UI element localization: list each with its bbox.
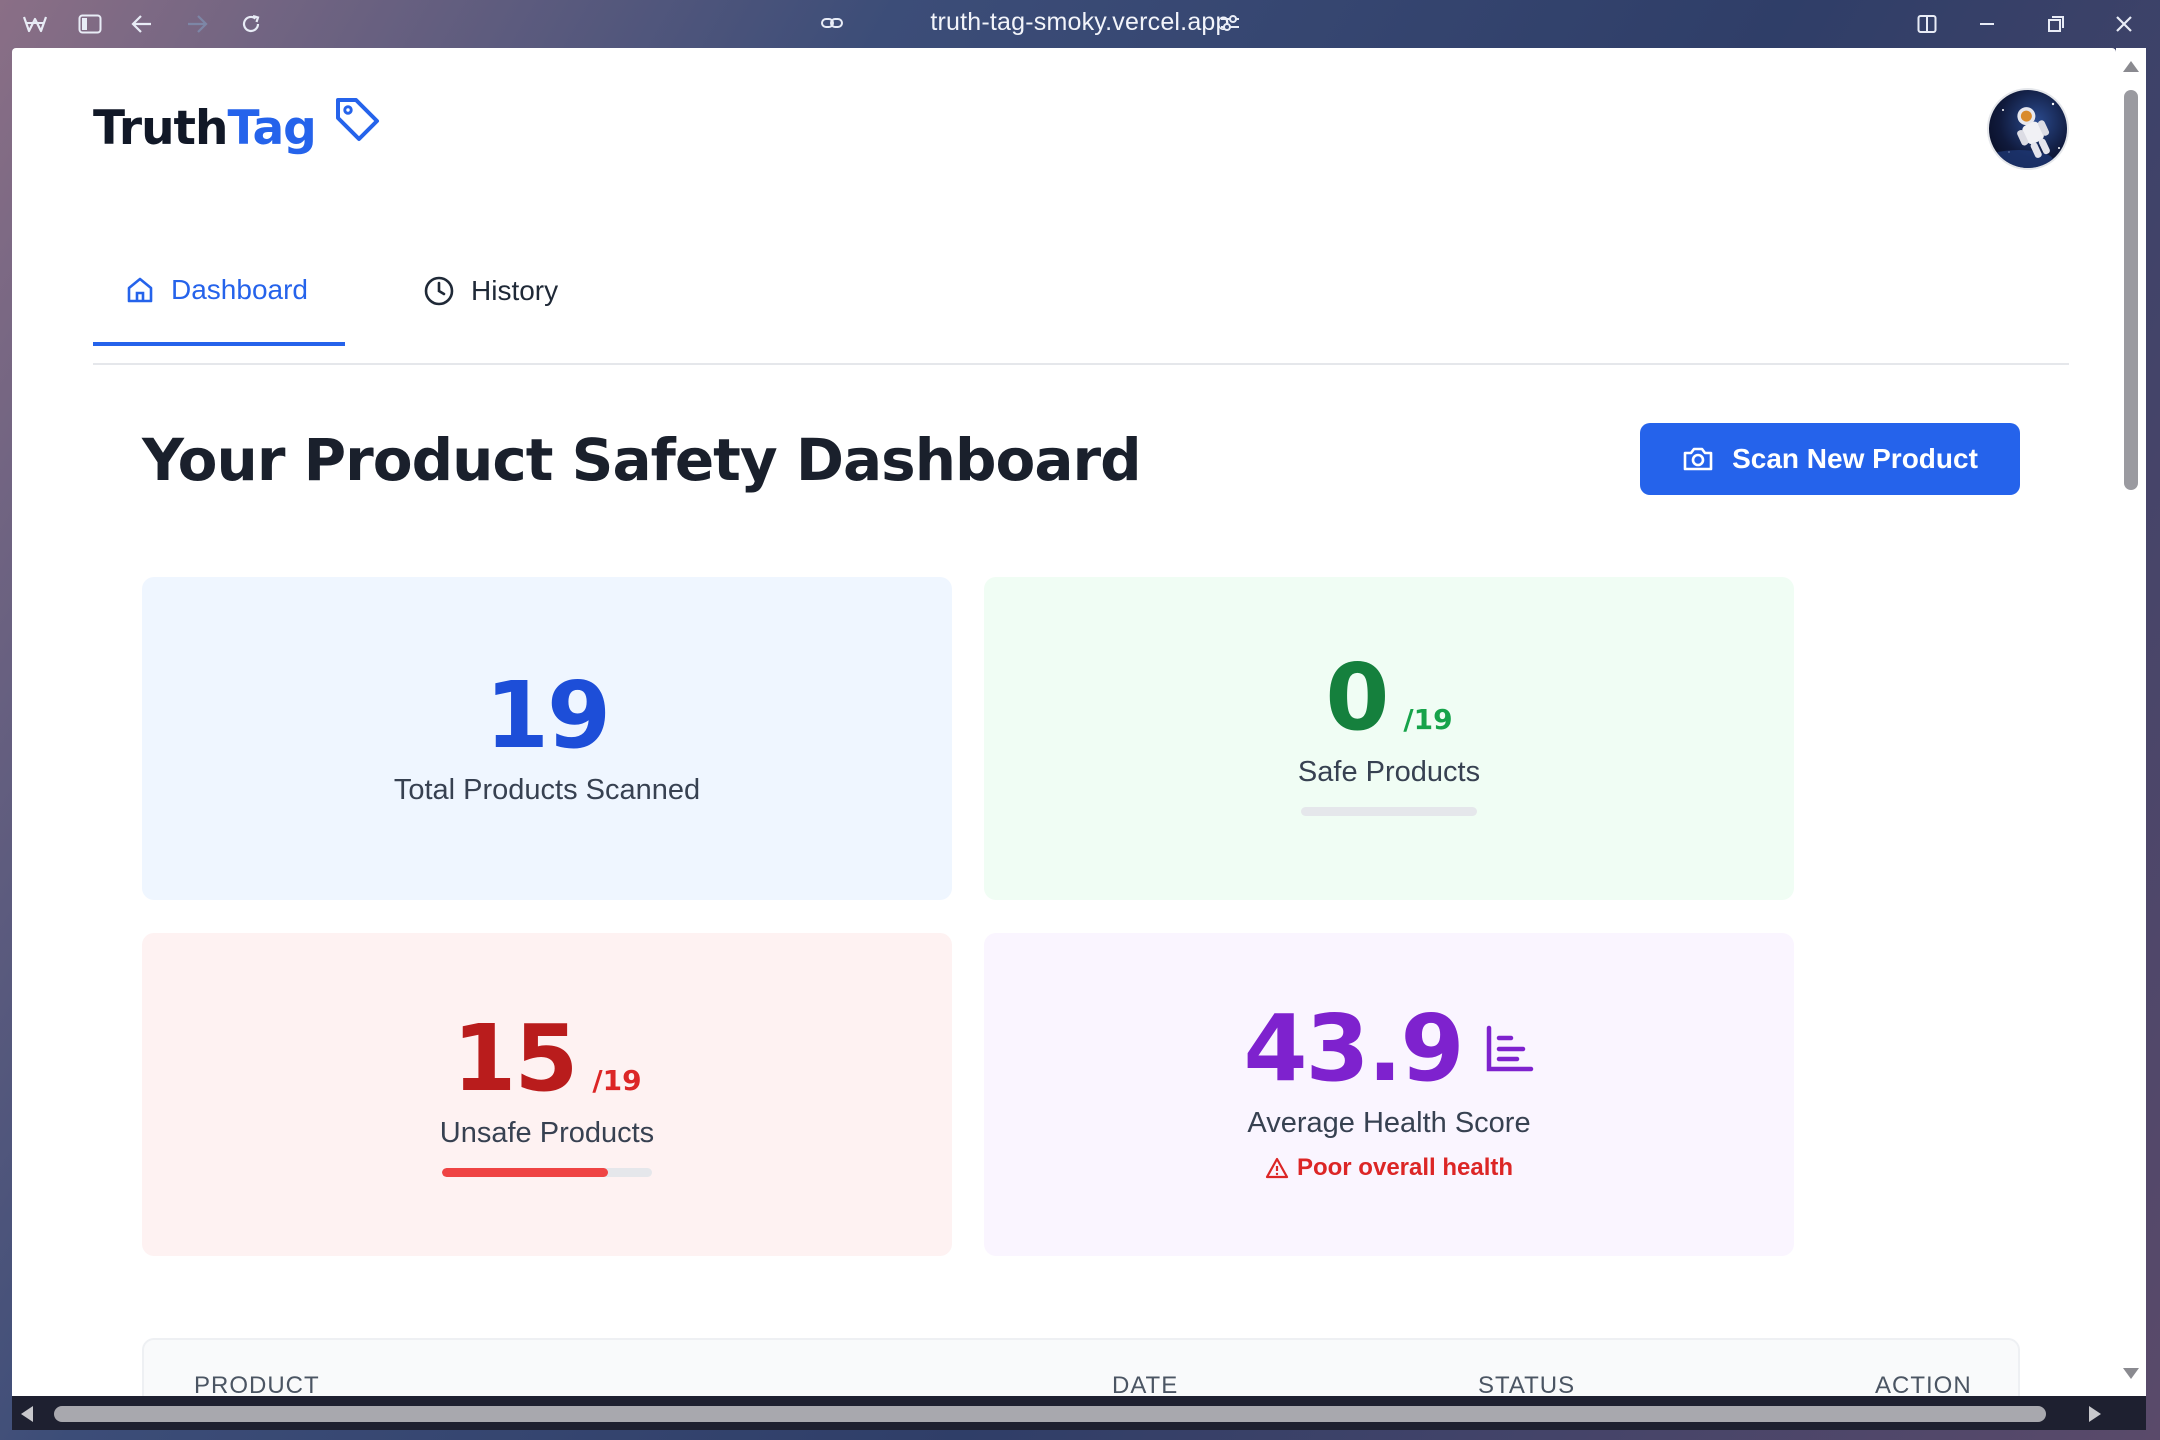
- scroll-up-arrow-icon[interactable]: [2121, 58, 2141, 79]
- safe-products-label: Safe Products: [1297, 755, 1481, 788]
- unsafe-products-label: Unsafe Products: [439, 1116, 655, 1149]
- vertical-scrollbar[interactable]: [2116, 48, 2146, 1396]
- total-products-card: 19 Total Products Scanned: [142, 577, 952, 900]
- products-table-header: PRODUCT DATE STATUS ACTION: [142, 1338, 2020, 1396]
- health-warning: Poor overall health: [1265, 1154, 1513, 1182]
- unsafe-products-card: 15 /19 Unsafe Products: [142, 933, 952, 1256]
- restore-icon[interactable]: [2042, 10, 2070, 38]
- address-bar[interactable]: truth-tag-smoky.vercel.app: [0, 8, 2160, 37]
- astronaut-avatar: [1989, 102, 2060, 168]
- home-icon: [125, 275, 155, 305]
- horizontal-scrollbar[interactable]: [12, 1396, 2146, 1430]
- site-settings-icon[interactable]: [1218, 12, 1242, 39]
- safe-products-denominator: /19: [1403, 702, 1453, 736]
- scroll-right-arrow-icon[interactable]: [2086, 1404, 2104, 1429]
- page-viewport: Truth Tag Dashboard History Your Product…: [12, 48, 2116, 1396]
- scan-button-label: Scan New Product: [1732, 443, 1978, 474]
- total-products-value: 19: [484, 662, 611, 769]
- total-products-label: Total Products Scanned: [393, 774, 701, 806]
- user-avatar[interactable]: [1987, 88, 2069, 170]
- brand-name-part2: Tag: [227, 100, 316, 156]
- split-view-icon[interactable]: [1913, 10, 1941, 38]
- scroll-left-arrow-icon[interactable]: [18, 1404, 36, 1429]
- unsafe-products-progress: [442, 1167, 652, 1177]
- safe-products-card: 0 /19 Safe Products: [984, 577, 1794, 900]
- brand-name-part1: Truth: [93, 100, 228, 156]
- warning-icon: [1265, 1157, 1289, 1179]
- safe-products-value: 0: [1325, 643, 1389, 751]
- scan-new-product-button[interactable]: Scan New Product: [1640, 423, 2020, 495]
- minimize-icon[interactable]: [1973, 10, 2001, 38]
- health-score-card: 43.9 Average Health Score Poor overall h…: [984, 933, 1794, 1256]
- health-warning-text: Poor overall health: [1296, 1154, 1514, 1181]
- tag-icon: [332, 94, 382, 156]
- health-score-value: 43.9: [1243, 995, 1465, 1102]
- bar-chart-icon: [1485, 1024, 1535, 1074]
- health-score-label: Average Health Score: [1247, 1107, 1531, 1139]
- unsafe-products-value: 15: [452, 1004, 578, 1112]
- brand-logo[interactable]: Truth Tag: [93, 98, 382, 156]
- safe-products-progress: [1301, 806, 1477, 816]
- tab-label: Dashboard: [171, 274, 308, 305]
- column-status: STATUS: [1478, 1372, 1576, 1396]
- horizontal-scroll-thumb[interactable]: [54, 1406, 2046, 1422]
- unsafe-products-denominator: /19: [592, 1063, 642, 1097]
- tab-label: History: [471, 275, 559, 306]
- page-title: Your Product Safety Dashboard: [142, 426, 1142, 494]
- close-icon[interactable]: [2110, 10, 2138, 38]
- tab-dashboard[interactable]: Dashboard: [93, 238, 345, 346]
- camera-icon: [1682, 445, 1714, 473]
- scroll-down-arrow-icon[interactable]: [2121, 1366, 2141, 1387]
- column-action: ACTION: [1875, 1372, 1972, 1396]
- clock-icon: [423, 275, 455, 307]
- main-tabs: Dashboard History: [93, 238, 2069, 365]
- tab-history[interactable]: History: [423, 238, 558, 344]
- browser-toolbar: truth-tag-smoky.vercel.app: [0, 0, 2160, 48]
- column-date: DATE: [1112, 1372, 1179, 1396]
- vertical-scroll-thumb[interactable]: [2124, 90, 2138, 490]
- column-product: PRODUCT: [194, 1372, 320, 1396]
